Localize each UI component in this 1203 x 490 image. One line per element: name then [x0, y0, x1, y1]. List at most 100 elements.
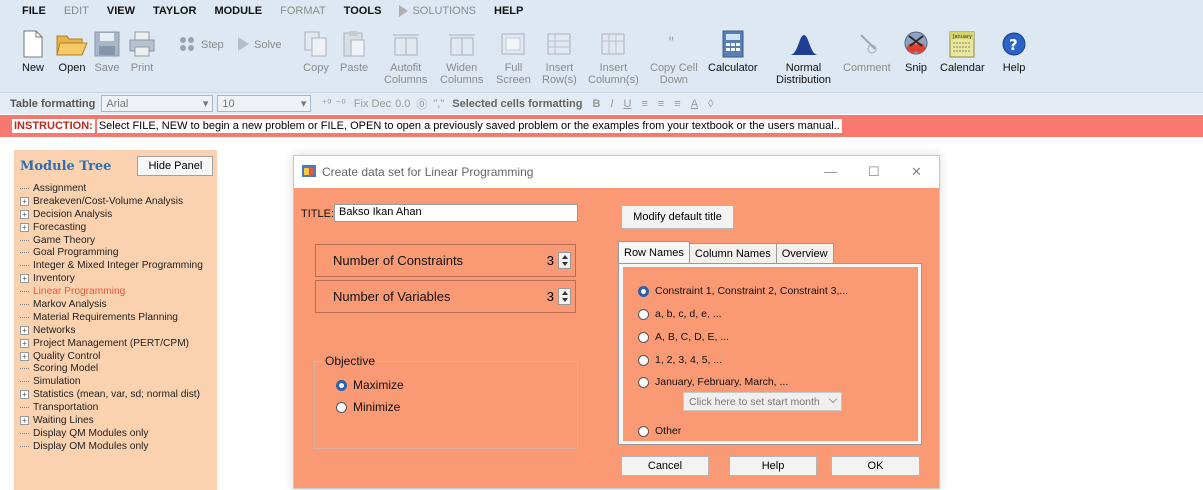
fill-bucket-icon[interactable]: ◊	[708, 98, 713, 110]
expand-plus-icon[interactable]: +	[20, 325, 29, 335]
copy-button[interactable]: Copy	[303, 22, 329, 92]
font-size-combo[interactable]: 10 ▾	[217, 95, 312, 112]
snip-button[interactable]: Snip	[902, 22, 930, 92]
normal-distribution-button[interactable]: Normal Distribution	[776, 22, 831, 92]
row-option-other[interactable]: Other	[638, 425, 681, 437]
save-button[interactable]: Save	[94, 22, 120, 92]
expand-plus-icon[interactable]: +	[20, 209, 29, 219]
tab-overview[interactable]: Overview	[775, 243, 834, 263]
comma-icon[interactable]: ","	[433, 98, 444, 110]
align-center-icon[interactable]: ≡	[658, 98, 664, 110]
zero-icon[interactable]: ⓪	[416, 96, 427, 112]
calendar-button[interactable]: January Calendar	[940, 22, 985, 92]
calculator-button[interactable]: Calculator	[708, 22, 758, 92]
ok-button[interactable]: OK	[831, 456, 920, 476]
bold-button[interactable]: B	[592, 98, 600, 110]
expand-plus-icon[interactable]: +	[20, 338, 29, 348]
widen-columns-button[interactable]: Widen Columns	[440, 22, 483, 92]
expand-plus-icon[interactable]: +	[20, 351, 29, 361]
menu-taylor[interactable]: TAYLOR	[153, 5, 196, 17]
row-option-lowercase[interactable]: a, b, c, d, e, ...	[638, 308, 722, 320]
insert-columns-button[interactable]: Insert Column(s)	[588, 22, 639, 92]
italic-button[interactable]: I	[610, 98, 613, 110]
full-screen-button[interactable]: Full Screen	[496, 22, 531, 92]
row-option-constraint[interactable]: Constraint 1, Constraint 2, Constraint 3…	[638, 285, 848, 297]
tree-item[interactable]: Linear Programming	[20, 285, 217, 298]
font-color-button[interactable]: A	[691, 98, 698, 110]
expand-plus-icon[interactable]: +	[20, 196, 29, 206]
tree-item[interactable]: + Project Management (PERT/CPM)	[20, 337, 217, 350]
font-combo[interactable]: Arial ▾	[101, 95, 214, 112]
menu-solutions[interactable]: SOLUTIONS	[399, 5, 476, 17]
align-right-icon[interactable]: ≡	[674, 98, 680, 110]
variables-spin-buttons[interactable]	[558, 288, 571, 305]
tree-item[interactable]: + Decision Analysis	[20, 208, 217, 221]
minimize-radio[interactable]: Minimize	[336, 400, 400, 414]
tree-item[interactable]: Integer & Mixed Integer Programming	[20, 259, 217, 272]
spin-down-icon[interactable]	[561, 262, 568, 267]
hide-panel-button[interactable]: Hide Panel	[137, 156, 214, 176]
tree-item[interactable]: Scoring Model	[20, 362, 217, 375]
tree-item[interactable]: + Networks	[20, 324, 217, 337]
solve-button[interactable]: Solve	[236, 22, 282, 68]
tree-item[interactable]: Goal Programming	[20, 246, 217, 259]
copy-cell-down-button[interactable]: " Copy Cell Down	[650, 22, 698, 92]
expand-plus-icon[interactable]: +	[20, 222, 29, 232]
menu-file[interactable]: FILE	[22, 5, 46, 17]
menu-help[interactable]: HELP	[494, 5, 523, 17]
constraints-value[interactable]: 3	[547, 253, 554, 268]
decimal-increase-icon[interactable]: ⁺⁰	[321, 97, 331, 110]
insert-rows-button[interactable]: Insert Row(s)	[542, 22, 577, 92]
row-option-months[interactable]: January, February, March, ...	[638, 376, 788, 388]
tab-column-names[interactable]: Column Names	[688, 243, 777, 263]
decimal-decrease-icon[interactable]: ⁻⁰	[336, 97, 346, 110]
step-button[interactable]: Step	[177, 22, 224, 68]
title-input[interactable]: Bakso Ikan Ahan	[334, 204, 578, 222]
tree-item[interactable]: Simulation	[20, 375, 217, 388]
tree-item[interactable]: Display QM Modules only	[20, 427, 217, 440]
row-option-uppercase[interactable]: A, B, C, D, E, ...	[638, 331, 729, 343]
expand-plus-icon[interactable]: +	[20, 415, 29, 425]
row-option-numbers[interactable]: 1, 2, 3, 4, 5, ...	[638, 354, 722, 366]
tree-item[interactable]: Material Requirements Planning	[20, 311, 217, 324]
minimize-window-icon[interactable]: —	[824, 164, 837, 179]
spin-up-icon[interactable]	[561, 254, 568, 259]
maximize-window-icon[interactable]: ☐	[868, 164, 880, 180]
tree-item[interactable]: + Waiting Lines	[20, 414, 217, 427]
variables-value[interactable]: 3	[547, 289, 554, 304]
fix-dec-label[interactable]: Fix Dec	[354, 98, 391, 110]
tab-row-names[interactable]: Row Names	[618, 241, 690, 263]
tree-item[interactable]: Assignment	[20, 182, 217, 195]
menu-module[interactable]: MODULE	[214, 5, 262, 17]
open-button[interactable]: Open	[56, 22, 88, 92]
tree-item[interactable]: + Breakeven/Cost-Volume Analysis	[20, 195, 217, 208]
tree-item[interactable]: + Forecasting	[20, 221, 217, 234]
help-button[interactable]: ? Help	[1001, 22, 1027, 92]
menu-tools[interactable]: TOOLS	[344, 5, 382, 17]
cancel-button[interactable]: Cancel	[621, 456, 709, 476]
print-button[interactable]: Print	[128, 22, 156, 92]
tree-item[interactable]: + Statistics (mean, var, sd; normal dist)	[20, 388, 217, 401]
underline-button[interactable]: U	[623, 98, 631, 110]
expand-plus-icon[interactable]: +	[20, 274, 29, 284]
align-left-icon[interactable]: ≡	[641, 98, 647, 110]
start-month-select[interactable]: Click here to set start month	[683, 392, 842, 411]
tree-item[interactable]: + Quality Control	[20, 350, 217, 363]
help-dialog-button[interactable]: Help	[729, 456, 817, 476]
comment-button[interactable]: Comment	[843, 22, 891, 92]
tree-item[interactable]: Markov Analysis	[20, 298, 217, 311]
maximize-radio[interactable]: Maximize	[336, 378, 404, 392]
new-button[interactable]: New	[22, 22, 44, 92]
tree-item[interactable]: Game Theory	[20, 234, 217, 247]
expand-plus-icon[interactable]: +	[20, 390, 29, 400]
menu-view[interactable]: VIEW	[107, 5, 135, 17]
autofit-columns-button[interactable]: Autofit Columns	[384, 22, 427, 92]
paste-button[interactable]: Paste	[340, 22, 368, 92]
tree-item[interactable]: Transportation	[20, 401, 217, 414]
tree-item[interactable]: + Inventory	[20, 272, 217, 285]
spin-up-icon[interactable]	[561, 290, 568, 295]
constraints-spin-buttons[interactable]	[558, 252, 571, 269]
tree-item[interactable]: Display OM Modules only	[20, 440, 217, 453]
modify-default-title-button[interactable]: Modify default title	[621, 205, 734, 229]
menu-edit[interactable]: EDIT	[64, 5, 89, 17]
